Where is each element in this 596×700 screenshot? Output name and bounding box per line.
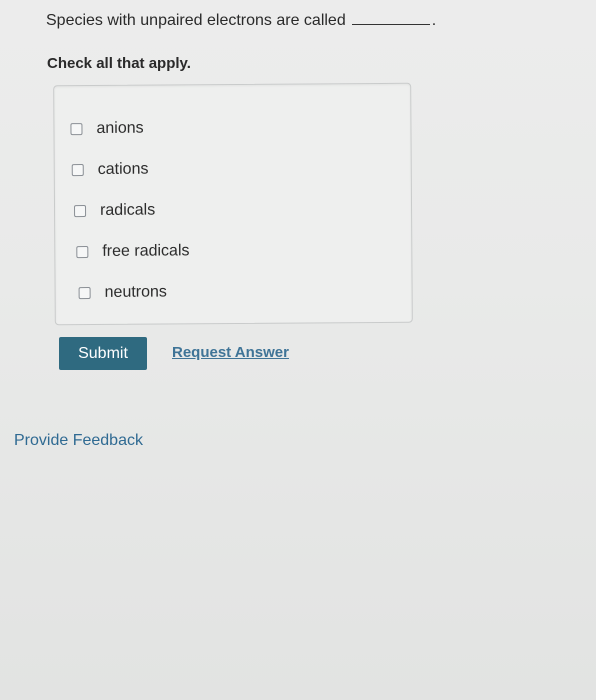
provide-feedback-link[interactable]: Provide Feedback: [14, 432, 143, 450]
option-cations[interactable]: cations: [71, 160, 149, 180]
option-label: cations: [97, 160, 149, 178]
option-neutrons[interactable]: neutrons: [78, 283, 167, 302]
request-answer-link[interactable]: Request Answer: [172, 344, 289, 361]
checkbox[interactable]: [74, 205, 87, 218]
submit-button[interactable]: Submit: [59, 337, 147, 370]
checkbox[interactable]: [71, 164, 84, 177]
question-text: Species with unpaired electrons are call…: [46, 12, 346, 29]
question-end-punctuation: .: [431, 12, 437, 29]
checkbox[interactable]: [76, 246, 89, 259]
checkbox[interactable]: [70, 123, 83, 136]
option-anions[interactable]: anions: [70, 119, 144, 139]
instruction-text: Check all that apply.: [47, 55, 191, 72]
answer-blank: [351, 14, 430, 25]
options-panel: anions cations radicals free radicals ne…: [53, 82, 413, 326]
checkbox[interactable]: [78, 286, 91, 300]
option-free-radicals[interactable]: free radicals: [76, 242, 190, 261]
option-label: anions: [96, 119, 144, 137]
option-label: radicals: [99, 201, 156, 219]
option-label: free radicals: [102, 242, 190, 260]
option-label: neutrons: [104, 283, 167, 301]
option-radicals[interactable]: radicals: [74, 202, 155, 221]
question-screen: Species with unpaired electrons are call…: [0, 0, 596, 700]
question-prompt: Species with unpaired electrons are call…: [46, 12, 436, 30]
